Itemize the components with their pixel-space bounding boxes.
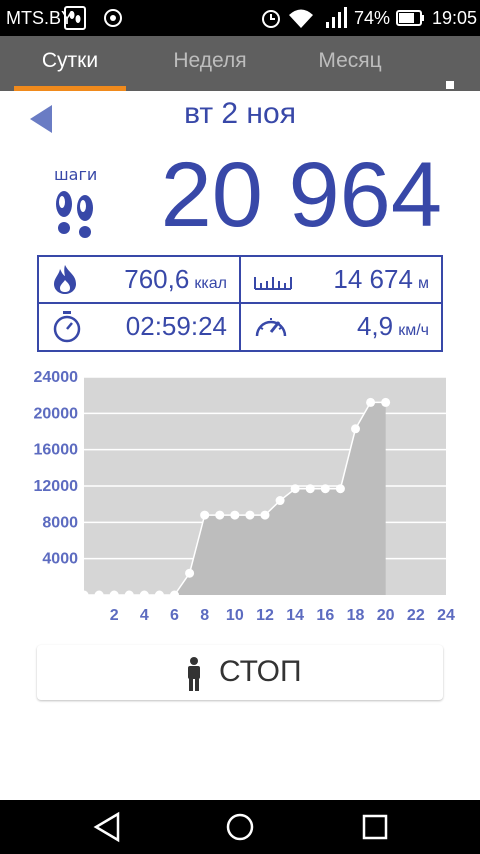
step-notification-icon <box>64 6 86 30</box>
tab-day[interactable]: Сутки <box>14 36 126 91</box>
chart-data-point <box>154 590 164 600</box>
chart-data-point <box>124 590 134 600</box>
chart-data-point <box>320 484 330 494</box>
battery-icon <box>396 10 424 26</box>
calories-value: 760,6 ккал <box>124 264 227 294</box>
chart-data-point <box>185 568 195 578</box>
chart-x-tick-label: 22 <box>407 607 425 624</box>
chart-data-point <box>381 397 391 407</box>
ruler-icon <box>254 277 292 290</box>
stop-button-label: СТОП <box>219 655 302 688</box>
chart-y-tick-label: 8000 <box>42 514 78 531</box>
battery-percent: 74% <box>354 8 391 28</box>
chart-data-point <box>366 397 376 407</box>
alarm-icon <box>262 10 280 28</box>
status-bar: MTS.BY 74% 19:05 <box>0 0 480 36</box>
chart-data-point <box>94 590 104 600</box>
chart-data-point <box>230 510 240 520</box>
chart-y-tick-label: 24000 <box>34 369 79 386</box>
stop-button[interactable]: СТОП <box>37 645 443 700</box>
chart-x-tick-label: 2 <box>110 607 119 624</box>
steps-count: 20 964 <box>160 144 442 246</box>
chart-x-tick-label: 12 <box>256 607 274 624</box>
chart-data-point <box>170 590 179 600</box>
chart-data-point <box>290 484 300 494</box>
main-content: вт 2 ноя шаги 20 964 760,6 ккал 14 674 м <box>0 91 480 800</box>
chart-x-tick-label: 16 <box>316 607 334 624</box>
person-icon <box>188 657 200 691</box>
home-nav-icon[interactable] <box>224 810 256 844</box>
chart-data-point <box>260 510 270 520</box>
carrier-name: MTS.BY <box>6 8 74 28</box>
sync-icon <box>104 9 122 27</box>
chart-data-point <box>215 510 225 520</box>
chart-data-point <box>79 590 89 600</box>
calories-cell: 760,6 ккал <box>39 257 239 302</box>
chart-data-point <box>245 510 255 520</box>
duration-cell: 02:59:24 <box>39 304 239 349</box>
date-title: вт 2 ноя <box>184 97 296 130</box>
chart-y-tick-label: 20000 <box>34 405 79 422</box>
signal-icon <box>326 7 347 28</box>
chart-data-point <box>351 424 360 434</box>
speed-cell: 4,9 км/ч <box>241 304 441 349</box>
chart-x-tick-label: 14 <box>286 607 304 624</box>
chart-x-tick-label: 20 <box>377 607 395 624</box>
chart-data-point <box>200 510 210 520</box>
chart-data-point <box>305 484 315 494</box>
chart-x-tick-label: 18 <box>347 607 365 624</box>
distance-cell: 14 674 м <box>241 257 441 302</box>
tab-week[interactable]: Неделя <box>160 36 260 91</box>
chart-x-tick-label: 4 <box>140 607 149 624</box>
clock: 19:05 <box>432 8 478 28</box>
speed-value: 4,9 км/ч <box>356 311 429 341</box>
chart-data-point <box>275 496 285 506</box>
flame-icon <box>54 265 76 294</box>
tab-month[interactable]: Месяц <box>306 36 394 91</box>
chart-x-tick-label: 6 <box>170 607 179 624</box>
chart-x-tick-label: 10 <box>226 607 244 624</box>
footprints-icon <box>56 191 93 238</box>
back-nav-icon[interactable] <box>92 810 122 844</box>
stopwatch-icon <box>53 311 81 343</box>
recents-nav-icon[interactable] <box>360 810 390 844</box>
steps-label: шаги <box>54 165 98 184</box>
chart-y-tick-label: 4000 <box>42 551 78 568</box>
speedometer-icon <box>255 318 287 337</box>
chart-data-point <box>109 590 119 600</box>
chart-data-point <box>139 590 149 600</box>
stats-panel: 760,6 ккал 14 674 м 02:59:24 4,9 км/ч <box>37 255 443 352</box>
wifi-icon <box>289 9 313 28</box>
period-tabs: Сутки Неделя Месяц <box>0 36 480 111</box>
duration-value: 02:59:24 <box>125 311 227 341</box>
chart-data-point <box>335 484 345 494</box>
chart-x-tick-label: 8 <box>200 607 209 624</box>
chart-x-tick-label: 24 <box>437 607 455 624</box>
distance-value: 14 674 м <box>333 264 429 294</box>
navigation-bar <box>0 800 480 854</box>
chart-y-tick-label: 16000 <box>34 442 79 459</box>
chart-y-tick-label: 12000 <box>34 478 79 495</box>
steps-chart: 40008000120001600020000240002 4 6 8 10 12 14 16… <box>34 369 456 624</box>
